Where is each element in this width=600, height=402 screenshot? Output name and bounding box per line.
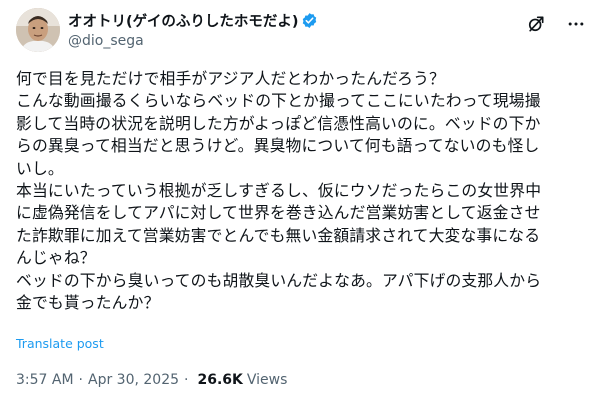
tweet-line: こんな動画撮るくらいならベッドの下とか撮ってここにいたわって現場撮	[16, 91, 541, 111]
tweet-text: 何で目を見ただけで相手がアジア人だとわかったんだろう？ こんな動画撮るくらいなら…	[16, 68, 588, 314]
tweet-date[interactable]: Apr 30, 2025	[88, 372, 179, 388]
views-label: Views	[246, 372, 288, 388]
top-actions	[508, 12, 588, 36]
tweet-line: た詐欺罪に加えて営業妨害でとんでも無い金額請求されて大変な事になる	[16, 225, 541, 245]
tweet-line: 何で目を見ただけで相手がアジア人だとわかったんだろう？	[16, 69, 445, 88]
translate-post-link[interactable]: Translate post	[16, 336, 104, 351]
tweet-time[interactable]: 3:57 AM	[16, 372, 74, 388]
tweet-line: に虚偽発信をしてアパに対して世界を巻き込んだ営業妨害として返金させ	[16, 203, 541, 223]
tweet-line: 本当にいたっていう根拠が乏しすぎるし、仮にウソだったらこの女世界中	[16, 181, 542, 201]
verified-badge-icon	[301, 12, 318, 29]
tweet-line: らの異臭って相当だと思うけど。異臭物について何も語ってないのも怪し	[16, 136, 540, 156]
grok-icon[interactable]	[524, 12, 548, 36]
tweet-line: ベッドの下から臭いってのも胡散臭いんだよなあ。アパ下げの支那人から	[16, 270, 542, 290]
meta-separator: ·	[78, 372, 83, 388]
avatar[interactable]	[16, 8, 60, 52]
tweet-line: 金でも貰ったんか？	[16, 293, 160, 313]
meta-separator: ·	[184, 372, 189, 388]
avatar-image	[16, 8, 60, 52]
tweet: オオトリ(ゲイのふりしたホモだよ) @dio_sega 何で目を見ただけで相手が…	[0, 0, 600, 402]
handle[interactable]: @dio_sega	[68, 33, 144, 49]
name-row: オオトリ(ゲイのふりしたホモだよ)	[68, 10, 318, 31]
tweet-line: んじゃね？	[16, 248, 96, 268]
display-name[interactable]: オオトリ(ゲイのふりしたホモだよ)	[68, 10, 298, 31]
views-count: 26.6K	[197, 372, 243, 388]
tweet-meta: 3:57 AM · Apr 30, 2025 · 26.6K Views	[16, 372, 287, 388]
more-options-icon[interactable]	[564, 12, 588, 36]
tweet-line: いし。	[16, 158, 64, 178]
tweet-line: 影して当時の状況を説明した方がよっぽど信憑性高いのに。ベッドの下か	[16, 113, 541, 133]
